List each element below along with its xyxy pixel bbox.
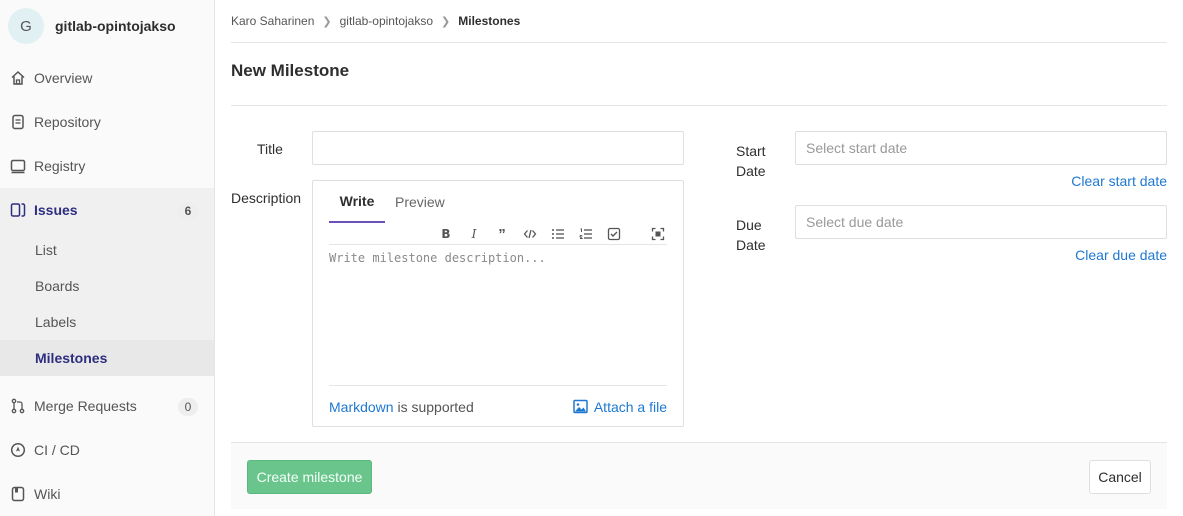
due-date-label-line: Date [736, 237, 766, 253]
code-icon[interactable] [521, 225, 539, 243]
breadcrumb: Karo Saharinen ❯ gitlab-opintojakso ❯ Mi… [231, 0, 1167, 43]
sidebar-item-merge-requests[interactable]: Merge Requests 0 [0, 386, 214, 426]
form-actions: Create milestone Cancel [231, 442, 1167, 509]
sidebar-item-ci-cd[interactable]: CI / CD [0, 430, 214, 470]
markdown-link[interactable]: Markdown [329, 399, 394, 415]
clear-start-date-link[interactable]: Clear start date [1071, 173, 1167, 189]
clear-due-date-link[interactable]: Clear due date [1075, 247, 1167, 263]
due-date-input[interactable] [795, 205, 1167, 239]
markdown-footer: Markdown is supported Attach a file [329, 385, 667, 427]
start-date-input[interactable] [795, 131, 1167, 165]
sidebar-item-wiki[interactable]: Wiki [0, 474, 214, 514]
sidebar-item-label: Merge Requests [34, 398, 137, 414]
title-input[interactable] [312, 131, 684, 165]
sidebar-item-label: CI / CD [34, 442, 80, 458]
cancel-button[interactable]: Cancel [1089, 460, 1151, 494]
description-textarea[interactable] [329, 251, 667, 385]
start-date-label-line: Date [736, 163, 766, 179]
project-name: gitlab-opintojakso [55, 18, 176, 34]
numbered-list-icon[interactable] [577, 225, 595, 243]
breadcrumb-current[interactable]: Milestones [458, 14, 520, 28]
markdown-editor: Write Preview B I ” Markdown is supporte… [312, 180, 684, 427]
markdown-hint: Markdown is supported [329, 399, 474, 415]
bullet-list-icon[interactable] [549, 225, 567, 243]
description-label: Description [231, 190, 302, 206]
page-title: New Milestone [231, 61, 350, 80]
attach-file-button[interactable]: Attach a file [573, 399, 667, 415]
doc-icon [10, 114, 26, 130]
sidebar-subitem-boards[interactable]: Boards [0, 268, 214, 304]
chevron-right-icon: ❯ [441, 15, 451, 28]
markdown-toolbar: B I ” [329, 223, 667, 245]
task-list-icon[interactable] [605, 225, 623, 243]
sidebar-item-label: Overview [34, 70, 93, 86]
rocket-icon [10, 442, 26, 458]
project-header[interactable]: G gitlab-opintojakso [0, 0, 214, 52]
sidebar-item-overview[interactable]: Overview [0, 58, 214, 98]
image-icon [573, 399, 588, 414]
start-date-label-line: Start [736, 143, 766, 159]
sidebar-subitem-list[interactable]: List [0, 232, 214, 268]
issues-icon [10, 202, 26, 218]
breadcrumb-project[interactable]: gitlab-opintojakso [340, 14, 433, 28]
fullscreen-icon[interactable] [649, 225, 667, 243]
sidebar-item-label: Wiki [34, 486, 61, 502]
book-icon [10, 486, 26, 502]
sidebar-item-label: Repository [34, 114, 101, 130]
tab-write[interactable]: Write [329, 181, 385, 223]
sidebar-item-label: Registry [34, 158, 86, 174]
divider [231, 105, 1167, 106]
container-icon [10, 158, 26, 174]
sidebar-item-registry[interactable]: Registry [0, 146, 214, 186]
issues-count-badge: 6 [178, 202, 198, 220]
markdown-hint-text: is supported [393, 398, 474, 415]
sidebar-subitem-labels[interactable]: Labels [0, 304, 214, 340]
sidebar-item-label: Issues [34, 202, 78, 218]
sidebar-item-issues[interactable]: Issues 6 [0, 190, 214, 230]
sidebar-subitem-milestones[interactable]: Milestones [0, 340, 214, 376]
title-label: Title [257, 141, 283, 157]
bold-icon[interactable]: B [437, 225, 455, 243]
due-date-label-line: Due [736, 217, 762, 233]
merge-requests-count-badge: 0 [178, 398, 198, 416]
chevron-right-icon: ❯ [322, 15, 332, 28]
tab-preview[interactable]: Preview [395, 181, 445, 223]
merge-request-icon [10, 398, 26, 414]
create-milestone-button[interactable]: Create milestone [247, 460, 372, 494]
quote-icon[interactable]: ” [493, 225, 511, 243]
sidebar-item-repository[interactable]: Repository [0, 102, 214, 142]
italic-icon[interactable]: I [465, 225, 483, 243]
home-icon [10, 70, 26, 86]
issues-section: Issues 6 List Boards Labels Milestones [0, 188, 214, 376]
due-date-label: Due Date [736, 215, 766, 255]
sidebar: G gitlab-opintojakso Overview Repository… [0, 0, 215, 516]
breadcrumb-user[interactable]: Karo Saharinen [231, 14, 314, 28]
project-avatar: G [8, 8, 44, 44]
start-date-label: Start Date [736, 141, 766, 181]
attach-file-label: Attach a file [593, 398, 667, 415]
